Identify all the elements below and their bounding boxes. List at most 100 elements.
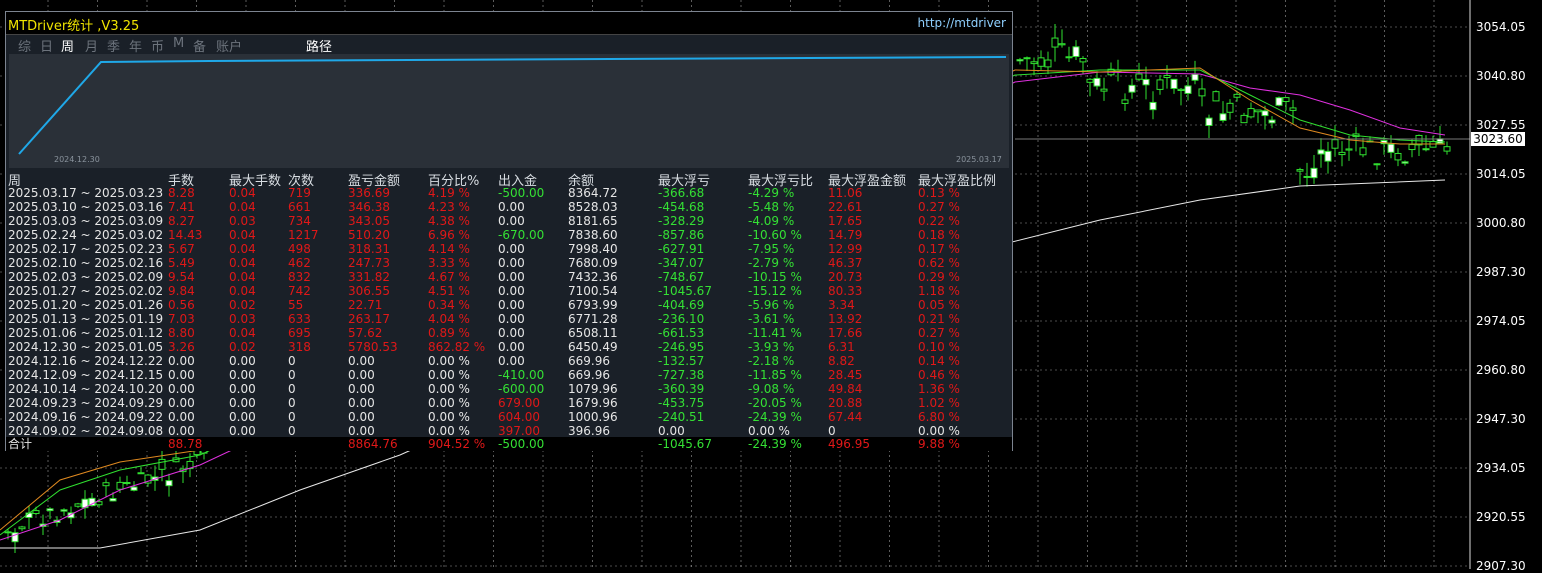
table-cell: 336.69 <box>348 186 390 200</box>
table-cell: 3.34 <box>828 298 855 312</box>
table-cell: -404.69 <box>658 298 705 312</box>
panel-url-link[interactable]: http://mtdriver <box>918 16 1006 30</box>
total-cell: 合计 <box>8 437 33 451</box>
period-tabs: 综日周月季年币 M 备账户 路径 <box>6 34 1012 55</box>
candle <box>1142 66 1150 100</box>
tab-1[interactable]: 日 <box>40 36 53 55</box>
table-cell: 695 <box>288 326 311 340</box>
candle <box>1016 57 1024 65</box>
table-cell: 0.03 <box>229 312 256 326</box>
table-cell: 0.27 % <box>918 326 960 340</box>
table-cell: 0.00 <box>168 396 195 410</box>
tab-0[interactable]: 综 <box>18 36 31 55</box>
table-row: 2024.09.23 ~ 2024.09.29 0.00 0.00 0 0.00 0.00… <box>6 396 1012 410</box>
table-cell: 0.00 <box>229 410 256 424</box>
candle <box>1114 59 1122 82</box>
table-cell: 7.03 <box>168 312 195 326</box>
panel-title-bar[interactable]: MTDriver统计 ,V3.25 http://mtdriver <box>6 12 1012 35</box>
table-cell: 2024.12.09 ~ 2024.12.15 <box>8 368 164 382</box>
price-axis-label: 2934.05 <box>1476 461 1526 475</box>
table-cell: 6450.49 <box>568 340 618 354</box>
table-cell: 343.05 <box>348 214 390 228</box>
candle <box>1415 134 1423 157</box>
total-cell: 496.95 <box>828 437 870 451</box>
table-cell: 0 <box>288 354 296 368</box>
table-cell: 318 <box>288 340 311 354</box>
candle <box>1373 163 1381 170</box>
candle <box>1156 75 1164 95</box>
tab-3[interactable]: 月 <box>85 36 98 55</box>
table-cell: -10.60 % <box>748 228 802 242</box>
candle <box>165 473 173 497</box>
table-cell: 2025.01.06 ~ 2025.01.12 <box>8 326 164 340</box>
table-cell: 719 <box>288 186 311 200</box>
tab-10[interactable]: 路径 <box>306 36 332 55</box>
table-cell: 20.73 <box>828 270 863 284</box>
table-cell: 4.38 % <box>428 214 470 228</box>
table-cell: -5.48 % <box>748 200 795 214</box>
table-cell: 0.89 % <box>428 326 470 340</box>
table-cell: 0.00 <box>168 424 195 438</box>
table-cell: 669.96 <box>568 354 610 368</box>
candle <box>1240 112 1248 124</box>
table-cell: 0.00 <box>348 382 375 396</box>
table-cell: 0.00 % <box>428 382 470 396</box>
table-cell: 8364.72 <box>568 186 618 200</box>
table-cell: 0.04 <box>229 186 256 200</box>
table-cell: 0.00 % <box>428 424 470 438</box>
tab-2[interactable]: 周 <box>61 36 74 55</box>
table-cell: 13.92 <box>828 312 863 326</box>
table-cell: 0.04 <box>229 326 256 340</box>
table-cell: 306.55 <box>348 284 390 298</box>
table-cell: 46.37 <box>828 256 863 270</box>
table-cell: -5.96 % <box>748 298 795 312</box>
table-cell: 0.05 % <box>918 298 960 312</box>
tab-5[interactable]: 年 <box>129 36 142 55</box>
candle <box>46 507 54 520</box>
table-cell: 0.00 <box>348 410 375 424</box>
table-cell: 0 <box>288 424 296 438</box>
table-cell: -236.10 <box>658 312 705 326</box>
total-cell: 8864.76 <box>348 437 398 451</box>
candle <box>1065 46 1073 62</box>
candle <box>1422 135 1430 152</box>
table-cell: -453.75 <box>658 396 705 410</box>
table-cell: -360.39 <box>658 382 705 396</box>
table-cell: 0.00 % <box>428 368 470 382</box>
tab-7[interactable]: M <box>173 36 184 51</box>
table-cell: -500.00 <box>498 186 545 200</box>
table-cell: 0.02 <box>229 298 256 312</box>
price-axis-label: 3054.05 <box>1476 20 1526 34</box>
tab-4[interactable]: 季 <box>107 36 120 55</box>
table-cell: 67.44 <box>828 410 863 424</box>
candle <box>1128 78 1136 99</box>
table-cell: -7.95 % <box>748 242 795 256</box>
table-cell: 7432.36 <box>568 270 618 284</box>
table-row: 2025.02.24 ~ 2025.03.02 14.43 0.04 1217 510.… <box>6 228 1012 242</box>
table-cell: -328.29 <box>658 214 705 228</box>
table-cell: 7680.09 <box>568 256 618 270</box>
table-cell: 734 <box>288 214 311 228</box>
table-cell: 318.31 <box>348 242 390 256</box>
table-cell: 0.00 <box>348 424 375 438</box>
table-cell: 9.84 <box>168 284 195 298</box>
candle <box>123 475 131 486</box>
table-cell: 5.67 <box>168 242 195 256</box>
candle <box>81 490 89 519</box>
table-cell: 0.10 % <box>918 340 960 354</box>
candle <box>1212 90 1220 102</box>
table-cell: -1045.67 <box>658 284 712 298</box>
tab-9[interactable]: 账户 <box>216 36 242 55</box>
tab-8[interactable]: 备 <box>193 36 206 55</box>
table-cell: 510.20 <box>348 228 390 242</box>
table-cell: 462 <box>288 256 311 270</box>
table-cell: 2025.02.03 ~ 2025.02.09 <box>8 270 164 284</box>
table-cell: 0.17 % <box>918 242 960 256</box>
table-cell: 346.38 <box>348 200 390 214</box>
tab-6[interactable]: 币 <box>151 36 164 55</box>
table-cell: 0.04 <box>229 284 256 298</box>
table-cell: -15.12 % <box>748 284 802 298</box>
table-cell: 0.18 % <box>918 228 960 242</box>
stats-panel[interactable]: MTDriver统计 ,V3.25 http://mtdriver 综日周月季年… <box>5 11 1013 451</box>
table-cell: 0.00 <box>348 354 375 368</box>
